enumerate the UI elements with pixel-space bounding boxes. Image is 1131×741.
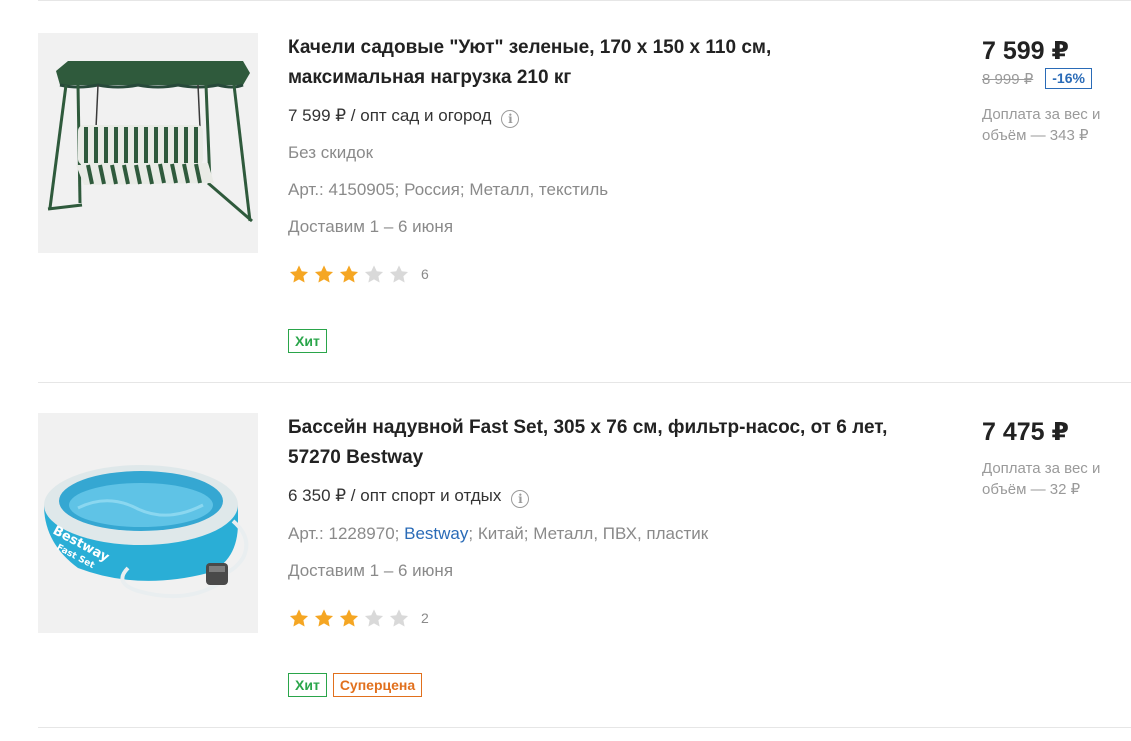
sku-line: Арт.: 4150905; Россия; Металл, текстиль (288, 180, 608, 200)
info-icon[interactable]: i (511, 490, 530, 508)
garden-swing-icon (47, 61, 253, 223)
hit-badge[interactable]: Хит (288, 329, 327, 353)
product-image[interactable] (38, 33, 258, 253)
star-filled-icon (313, 264, 335, 284)
superprice-badge[interactable]: Суперцена (332, 673, 423, 697)
badges: Хит (288, 329, 327, 353)
weight-surcharge: Доплата за вес и объём — 32 ₽ (982, 460, 1101, 498)
discount-note: Без скидок (288, 143, 373, 162)
info-icon[interactable]: i (501, 110, 520, 128)
hit-badge[interactable]: Хит (288, 673, 327, 697)
sku-prefix: Арт.: 1228970; (288, 524, 405, 543)
rating-count[interactable]: 2 (421, 610, 429, 626)
price: 7 475 ₽ (982, 418, 1069, 446)
wholesale-price-text: 7 599 ₽ / опт сад и огород (288, 106, 492, 125)
old-price: 8 999 ₽ (982, 70, 1034, 88)
price: 7 599 ₽ (982, 37, 1069, 65)
weight-surcharge: Доплата за вес и объём — 343 ₽ (982, 106, 1101, 144)
wholesale-price: 6 350 ₽ / опт спорт и отдых i (288, 486, 530, 508)
divider (38, 727, 1131, 728)
sku-details: Россия; Металл, текстиль (404, 180, 609, 199)
badges: Хит Суперцена (288, 673, 423, 697)
wholesale-price: 7 599 ₽ / опт сад и огород i (288, 106, 520, 128)
star-filled-icon (288, 608, 310, 628)
sku-line: Арт.: 1228970; Bestway; Китай; Металл, П… (288, 524, 708, 544)
star-filled-icon (313, 608, 335, 628)
delivery-date: Доставим 1 – 6 июня (288, 561, 454, 580)
star-empty-icon (388, 608, 410, 628)
star-filled-icon (338, 608, 360, 628)
sku-prefix: Арт.: 4150905; (288, 180, 405, 199)
product-card: Bestway Fast Set Бассейн надувной Fast S… (0, 383, 1131, 727)
brand-link[interactable]: Bestway (404, 524, 468, 543)
star-empty-icon (388, 264, 410, 284)
discount-badge: -16% (1045, 68, 1092, 89)
product-title[interactable]: Качели садовые "Уют" зеленые, 170 х 150 … (288, 33, 888, 93)
product-image[interactable]: Bestway Fast Set (38, 413, 258, 633)
wholesale-price-text: 6 350 ₽ / опт спорт и отдых (288, 486, 502, 505)
old-price-row: 8 999 ₽ -16% (982, 68, 1092, 89)
inflatable-pool-icon: Bestway Fast Set (44, 465, 249, 599)
rating-stars[interactable]: 6 (288, 264, 429, 284)
rating-count[interactable]: 6 (421, 266, 429, 282)
star-empty-icon (363, 608, 385, 628)
delivery-date: Доставим 1 – 6 июня (288, 217, 454, 236)
product-title[interactable]: Бассейн надувной Fast Set, 305 х 76 см, … (288, 413, 888, 473)
rating-stars[interactable]: 2 (288, 608, 429, 628)
star-filled-icon (288, 264, 310, 284)
star-filled-icon (338, 264, 360, 284)
star-empty-icon (363, 264, 385, 284)
product-card: Качели садовые "Уют" зеленые, 170 х 150 … (0, 0, 1131, 382)
sku-details: ; Китай; Металл, ПВХ, пластик (468, 524, 709, 543)
